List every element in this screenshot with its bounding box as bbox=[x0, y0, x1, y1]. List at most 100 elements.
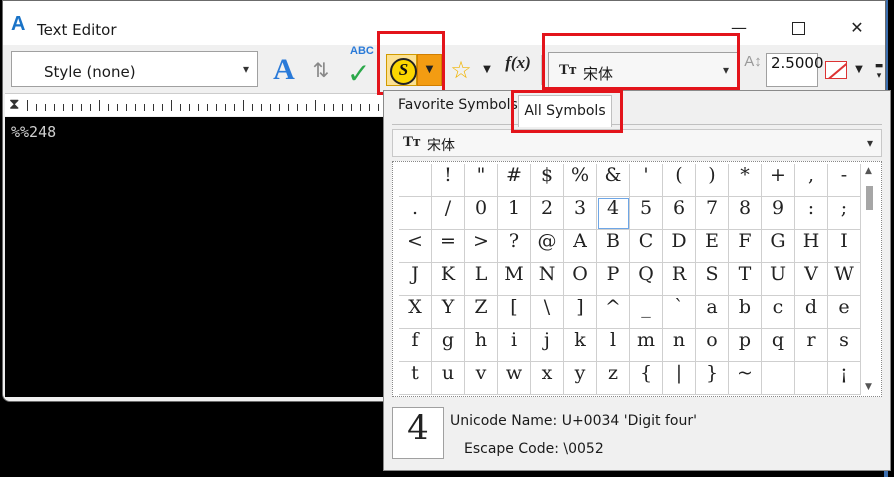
symbol-cell[interactable]: x bbox=[531, 362, 564, 395]
symbol-cell[interactable]: t bbox=[399, 362, 432, 395]
symbol-cell[interactable]: " bbox=[465, 164, 498, 197]
symbol-dropdown-arrow[interactable]: ▼ bbox=[417, 54, 442, 86]
symbol-cell[interactable]: % bbox=[564, 164, 597, 197]
close-button[interactable]: ✕ bbox=[834, 11, 880, 45]
symbol-cell[interactable]: 9 bbox=[762, 197, 795, 230]
symbol-cell[interactable]: 4 bbox=[597, 197, 630, 230]
symbol-cell[interactable]: 0 bbox=[465, 197, 498, 230]
symbol-cell[interactable]: ? bbox=[498, 230, 531, 263]
symbol-font-dropdown[interactable]: Tт 宋体 ▾ bbox=[392, 129, 882, 157]
symbol-cell[interactable]: m bbox=[630, 329, 663, 362]
symbol-cell[interactable]: 2 bbox=[531, 197, 564, 230]
symbol-cell[interactable]: ¡ bbox=[828, 362, 861, 395]
symbol-cell[interactable]: u bbox=[432, 362, 465, 395]
symbol-cell[interactable]: : bbox=[795, 197, 828, 230]
symbol-cell[interactable]: o bbox=[696, 329, 729, 362]
symbol-cell[interactable]: p bbox=[729, 329, 762, 362]
symbol-cell[interactable]: y bbox=[564, 362, 597, 395]
symbol-cell[interactable]: + bbox=[762, 164, 795, 197]
transfer-style-icon[interactable]: ⇅ bbox=[307, 53, 335, 87]
symbol-cell[interactable]: { bbox=[630, 362, 663, 395]
symbol-cell[interactable]: H bbox=[795, 230, 828, 263]
font-dropdown[interactable]: Tт 宋体 ▾ bbox=[548, 52, 738, 88]
symbol-cell[interactable]: & bbox=[597, 164, 630, 197]
no-color-icon[interactable] bbox=[825, 61, 847, 79]
symbol-cell[interactable]: v bbox=[465, 362, 498, 395]
symbol-cell[interactable]: b bbox=[729, 296, 762, 329]
symbol-cell[interactable]: a bbox=[696, 296, 729, 329]
symbol-cell[interactable]: l bbox=[597, 329, 630, 362]
symbol-cell[interactable]: r bbox=[795, 329, 828, 362]
symbol-cell[interactable]: D bbox=[663, 230, 696, 263]
symbol-cell[interactable]: q bbox=[762, 329, 795, 362]
symbol-cell[interactable]: 6 bbox=[663, 197, 696, 230]
symbol-cell[interactable]: P bbox=[597, 263, 630, 296]
symbol-cell[interactable]: g bbox=[432, 329, 465, 362]
scroll-up-icon[interactable]: ▲ bbox=[865, 166, 872, 176]
symbol-cell[interactable]: } bbox=[696, 362, 729, 395]
minimize-button[interactable]: — bbox=[716, 11, 762, 45]
color-dropdown-arrow[interactable]: ▼ bbox=[851, 53, 867, 87]
symbol-cell[interactable]: U bbox=[762, 263, 795, 296]
symbol-cell[interactable]: ! bbox=[432, 164, 465, 197]
symbol-cell[interactable]: ) bbox=[696, 164, 729, 197]
symbol-cell[interactable]: W bbox=[828, 263, 861, 296]
symbol-cell[interactable]: = bbox=[432, 230, 465, 263]
symbol-cell[interactable]: . bbox=[399, 197, 432, 230]
tab-favorite-symbols[interactable]: Favorite Symbols bbox=[392, 97, 518, 125]
text-style-icon[interactable]: A bbox=[266, 53, 302, 87]
symbol-cell[interactable]: * bbox=[729, 164, 762, 197]
symbol-cell[interactable]: Y bbox=[432, 296, 465, 329]
symbol-cell[interactable]: # bbox=[498, 164, 531, 197]
symbol-cell[interactable] bbox=[399, 164, 432, 197]
symbol-cell[interactable]: - bbox=[828, 164, 861, 197]
symbol-cell[interactable]: I bbox=[828, 230, 861, 263]
spell-check-icon[interactable]: ABC ✓ bbox=[347, 45, 381, 89]
symbol-cell[interactable]: 8 bbox=[729, 197, 762, 230]
symbol-cell[interactable]: B bbox=[597, 230, 630, 263]
maximize-button[interactable] bbox=[775, 11, 821, 45]
text-height-input[interactable]: 2.5000 bbox=[766, 53, 824, 87]
symbol-cell[interactable]: ; bbox=[828, 197, 861, 230]
indent-marker-icon[interactable]: ⧗ bbox=[9, 94, 20, 114]
symbol-cell[interactable]: d bbox=[795, 296, 828, 329]
symbol-cell[interactable]: @ bbox=[531, 230, 564, 263]
symbol-cell[interactable]: , bbox=[795, 164, 828, 197]
symbol-cell[interactable]: Q bbox=[630, 263, 663, 296]
symbol-cell[interactable]: O bbox=[564, 263, 597, 296]
symbol-cell[interactable]: K bbox=[432, 263, 465, 296]
symbol-cell[interactable]: < bbox=[399, 230, 432, 263]
symbol-cell[interactable]: ] bbox=[564, 296, 597, 329]
symbol-cell[interactable]: N bbox=[531, 263, 564, 296]
symbol-cell[interactable]: G bbox=[762, 230, 795, 263]
insert-symbol-button[interactable]: S bbox=[386, 54, 417, 86]
star-icon[interactable]: ☆ bbox=[448, 53, 474, 87]
symbol-cell[interactable]: J bbox=[399, 263, 432, 296]
symbol-cell[interactable]: / bbox=[432, 197, 465, 230]
symbol-cell[interactable]: f bbox=[399, 329, 432, 362]
symbol-cell[interactable]: z bbox=[597, 362, 630, 395]
symbol-cell[interactable] bbox=[795, 362, 828, 395]
scroll-thumb[interactable] bbox=[866, 186, 873, 210]
symbol-cell[interactable]: ' bbox=[630, 164, 663, 197]
symbol-cell[interactable]: L bbox=[465, 263, 498, 296]
insert-field-icon[interactable]: f(x) bbox=[501, 53, 535, 87]
symbol-cell[interactable]: 1 bbox=[498, 197, 531, 230]
symbol-cell[interactable]: T bbox=[729, 263, 762, 296]
symbol-cell[interactable]: j bbox=[531, 329, 564, 362]
symbol-cell[interactable]: [ bbox=[498, 296, 531, 329]
symbol-cell[interactable]: E bbox=[696, 230, 729, 263]
symbol-cell[interactable]: e bbox=[828, 296, 861, 329]
symbol-cell[interactable]: ( bbox=[663, 164, 696, 197]
symbol-cell[interactable]: C bbox=[630, 230, 663, 263]
symbol-cell[interactable]: R bbox=[663, 263, 696, 296]
symbol-cell[interactable]: | bbox=[663, 362, 696, 395]
symbol-cell[interactable]: V bbox=[795, 263, 828, 296]
symbol-cell[interactable]: M bbox=[498, 263, 531, 296]
toolbar-overflow-icon[interactable]: ▬ ▾ bbox=[873, 61, 885, 81]
ruler[interactable]: ⧗ bbox=[5, 93, 387, 116]
symbol-cell[interactable]: n bbox=[663, 329, 696, 362]
symbol-cell[interactable]: 5 bbox=[630, 197, 663, 230]
symbol-cell[interactable]: Z bbox=[465, 296, 498, 329]
symbol-cell[interactable]: c bbox=[762, 296, 795, 329]
